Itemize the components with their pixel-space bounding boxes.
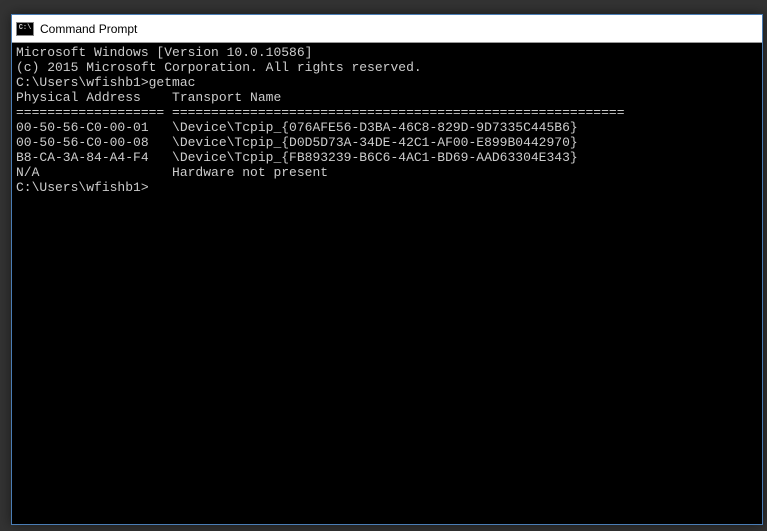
prompt-cursor-line: C:\Users\wfishb1> bbox=[16, 180, 758, 195]
window-title: Command Prompt bbox=[40, 22, 137, 36]
table-header: Physical Address Transport Name bbox=[16, 90, 758, 105]
cmd-icon-text: C:\ bbox=[19, 25, 32, 32]
prompt-path: C:\Users\wfishb1> bbox=[16, 180, 149, 195]
table-row: 00-50-56-C0-00-08 \Device\Tcpip_{D0D5D73… bbox=[16, 135, 758, 150]
command-prompt-window: C:\ Command Prompt Microsoft Windows [Ve… bbox=[11, 14, 763, 525]
version-line: Microsoft Windows [Version 10.0.10586] bbox=[16, 45, 758, 60]
copyright-line: (c) 2015 Microsoft Corporation. All righ… bbox=[16, 60, 758, 75]
table-row: B8-CA-3A-84-A4-F4 \Device\Tcpip_{FB89323… bbox=[16, 150, 758, 165]
prompt-path: C:\Users\wfishb1> bbox=[16, 75, 149, 90]
prompt-with-command: C:\Users\wfishb1>getmac bbox=[16, 75, 758, 90]
table-divider: =================== ====================… bbox=[16, 105, 758, 120]
terminal-output[interactable]: Microsoft Windows [Version 10.0.10586](c… bbox=[12, 43, 762, 524]
titlebar[interactable]: C:\ Command Prompt bbox=[12, 15, 762, 43]
table-row: 00-50-56-C0-00-01 \Device\Tcpip_{076AFE5… bbox=[16, 120, 758, 135]
table-row: N/A Hardware not present bbox=[16, 165, 758, 180]
command-text: getmac bbox=[149, 75, 196, 90]
cmd-icon: C:\ bbox=[16, 22, 34, 36]
